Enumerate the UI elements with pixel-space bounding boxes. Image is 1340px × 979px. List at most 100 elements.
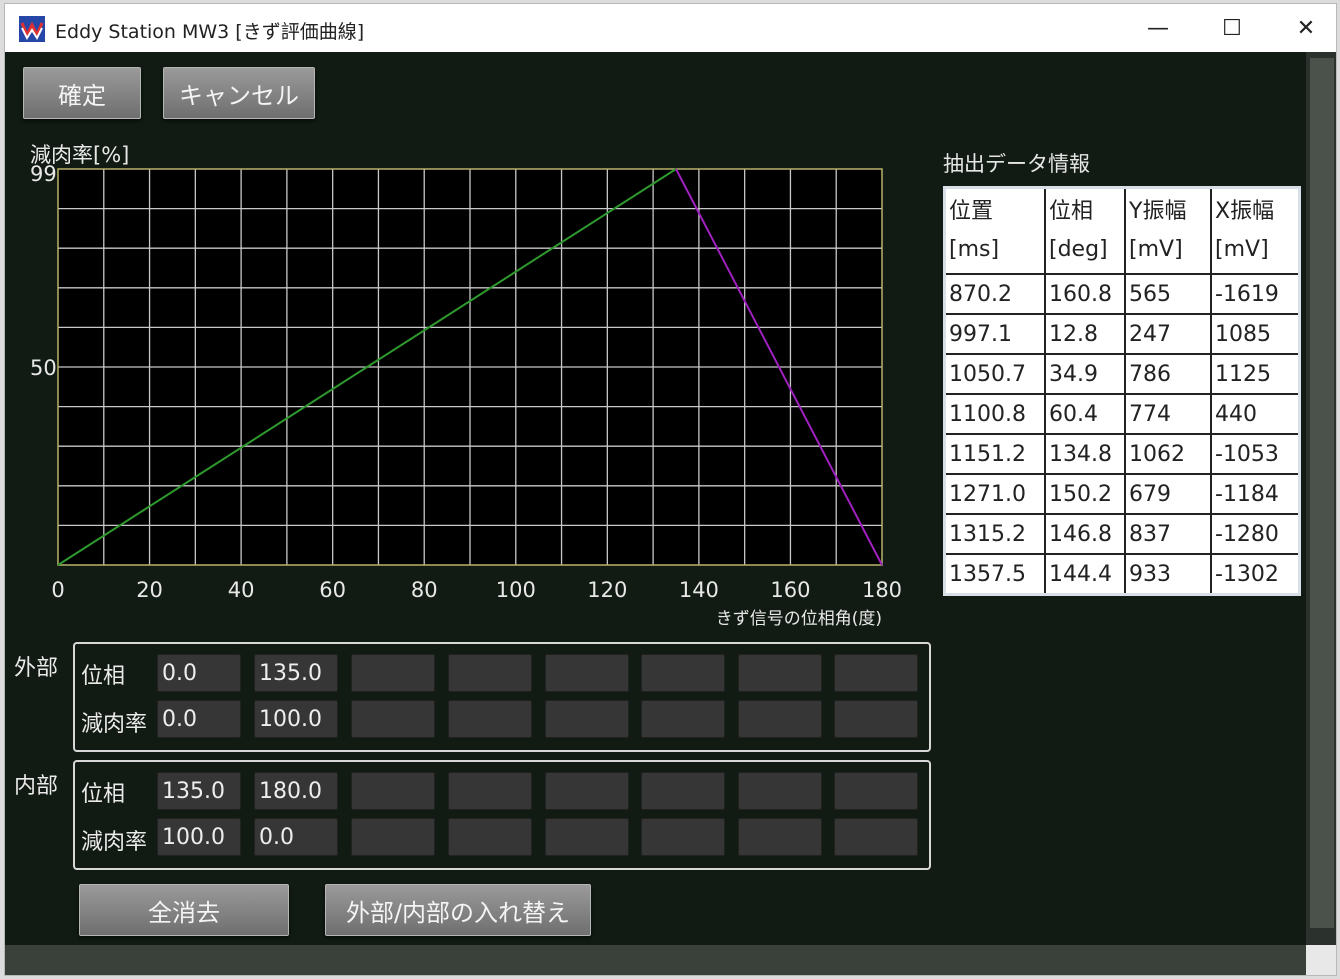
table-cell: 786: [1124, 353, 1212, 395]
table-cell: -1053: [1210, 433, 1301, 475]
x-tick-label: 100: [496, 578, 536, 602]
y-tick-label: 50: [30, 356, 57, 380]
title-bar: Eddy Station MW3 [きず評価曲線] — ☐ ✕: [5, 4, 1336, 52]
inner-phase-label: 位相: [81, 782, 126, 807]
table-row[interactable]: 870.2 160.8 565 -1619: [943, 273, 1301, 315]
table-cell: 679: [1124, 473, 1212, 515]
outer-phase-field-8[interactable]: [834, 654, 918, 692]
header-unit: [ms]: [949, 237, 1000, 262]
table-cell: 1357.5: [943, 553, 1046, 596]
client-area: 確定 キャンセル 0 20 40 60 80 100 120 140 160 180 99 50 減肉率…: [5, 52, 1306, 945]
table-cell: 933: [1124, 553, 1212, 596]
x-tick-label: 20: [136, 578, 163, 602]
inner-phase-field-3[interactable]: [351, 772, 435, 810]
outer-thinning-field-6[interactable]: [641, 700, 725, 738]
inner-phase-field-1[interactable]: 135.0: [157, 772, 241, 810]
table-cell: 1315.2: [943, 513, 1046, 555]
vertical-scrollbar[interactable]: [1306, 52, 1336, 945]
inner-thinning-field-4[interactable]: [448, 818, 532, 856]
table-cell: 837: [1124, 513, 1212, 555]
extracted-data-table: 位置 [ms] 位相 [deg] Y振幅 [mV] X振幅 [mV] 870.2 160.8 56…: [943, 186, 1301, 596]
x-tick-label: 40: [228, 578, 255, 602]
table-cell: 134.8: [1044, 433, 1126, 475]
outer-thinning-field-8[interactable]: [834, 700, 918, 738]
table-header-cell: X振幅 [mV]: [1210, 186, 1301, 275]
inner-thinning-field-5[interactable]: [545, 818, 629, 856]
x-tick-label: 180: [862, 578, 902, 602]
outer-thinning-field-5[interactable]: [545, 700, 629, 738]
x-tick-label: 140: [679, 578, 719, 602]
x-tick-label: 80: [411, 578, 438, 602]
outer-thinning-field-4[interactable]: [448, 700, 532, 738]
outer-phase-field-4[interactable]: [448, 654, 532, 692]
header-name: X振幅: [1215, 199, 1275, 224]
outer-thinning-field-3[interactable]: [351, 700, 435, 738]
inner-phase-field-5[interactable]: [545, 772, 629, 810]
maximize-button[interactable]: ☐: [1197, 4, 1267, 52]
table-row[interactable]: 1050.7 34.9 786 1125: [943, 353, 1301, 395]
clear-all-button[interactable]: 全消去: [79, 884, 289, 936]
x-tick-label: 0: [51, 578, 64, 602]
table-cell: 870.2: [943, 273, 1046, 315]
table-cell: 150.2: [1044, 473, 1126, 515]
outer-phase-field-3[interactable]: [351, 654, 435, 692]
table-cell: 1100.8: [943, 393, 1046, 435]
inner-group: 位相 減肉率 135.0 180.0 100.0 0.0: [73, 760, 931, 870]
inner-thinning-field-2[interactable]: 0.0: [254, 818, 338, 856]
inner-thinning-field-6[interactable]: [641, 818, 725, 856]
y-axis-label: 減肉率[%]: [30, 143, 129, 167]
outer-thinning-field-1[interactable]: 0.0: [157, 700, 241, 738]
inner-thinning-label: 減肉率: [81, 830, 148, 855]
table-cell: 1271.0: [943, 473, 1046, 515]
table-row[interactable]: 997.1 12.8 247 1085: [943, 313, 1301, 355]
inner-phase-field-4[interactable]: [448, 772, 532, 810]
table-row[interactable]: 1151.2 134.8 1062 -1053: [943, 433, 1301, 475]
table-row[interactable]: 1357.5 144.4 933 -1302: [943, 553, 1301, 596]
inner-thinning-field-1[interactable]: 100.0: [157, 818, 241, 856]
outer-phase-field-7[interactable]: [738, 654, 822, 692]
table-header-row: 位置 [ms] 位相 [deg] Y振幅 [mV] X振幅 [mV]: [943, 186, 1301, 275]
minimize-button[interactable]: —: [1123, 4, 1193, 52]
horizontal-scrollbar[interactable]: [5, 945, 1306, 975]
inner-phase-field-8[interactable]: [834, 772, 918, 810]
x-axis-label: きず信号の位相角(度): [716, 609, 882, 629]
outer-group: 位相 減肉率 0.0 135.0 0.0 100.0: [73, 642, 931, 752]
inner-thinning-field-7[interactable]: [738, 818, 822, 856]
table-row[interactable]: 1100.8 60.4 774 440: [943, 393, 1301, 435]
outer-phase-field-5[interactable]: [545, 654, 629, 692]
outer-phase-field-1[interactable]: 0.0: [157, 654, 241, 692]
outer-phase-label: 位相: [81, 664, 126, 689]
table-row[interactable]: 1315.2 146.8 837 -1280: [943, 513, 1301, 555]
outer-thinning-field-2[interactable]: 100.0: [254, 700, 338, 738]
outer-thinning-field-7[interactable]: [738, 700, 822, 738]
table-cell: 1085: [1210, 313, 1301, 355]
table-cell: -1280: [1210, 513, 1301, 555]
inner-thinning-field-8[interactable]: [834, 818, 918, 856]
inner-phase-field-6[interactable]: [641, 772, 725, 810]
vertical-scroll-thumb[interactable]: [1310, 58, 1334, 928]
outer-phase-field-2[interactable]: 135.0: [254, 654, 338, 692]
table-cell: 440: [1210, 393, 1301, 435]
evaluation-curve-chart: 0 20 40 60 80 100 120 140 160 1809950減肉率[%]きず信号の位…: [30, 143, 902, 629]
header-name: 位相: [1049, 199, 1094, 224]
inner-phase-field-7[interactable]: [738, 772, 822, 810]
outer-phase-field-6[interactable]: [641, 654, 725, 692]
table-cell: 997.1: [943, 313, 1046, 355]
scrollbar-corner: [1306, 945, 1336, 975]
table-cell: 774: [1124, 393, 1212, 435]
table-cell: -1184: [1210, 473, 1301, 515]
header-unit: [mV]: [1215, 237, 1269, 262]
table-cell: 146.8: [1044, 513, 1126, 555]
x-tick-label: 60: [319, 578, 346, 602]
table-header-cell: 位相 [deg]: [1044, 186, 1126, 275]
table-header-cell: Y振幅 [mV]: [1124, 186, 1212, 275]
swap-outer-inner-button[interactable]: 外部/内部の入れ替え: [325, 884, 591, 936]
table-row[interactable]: 1271.0 150.2 679 -1184: [943, 473, 1301, 515]
x-tick-label: 120: [587, 578, 627, 602]
extracted-data-title: 抽出データ情報: [943, 152, 1090, 176]
table-cell: 1062: [1124, 433, 1212, 475]
close-button[interactable]: ✕: [1271, 4, 1336, 52]
inner-phase-field-2[interactable]: 180.0: [254, 772, 338, 810]
inner-thinning-field-3[interactable]: [351, 818, 435, 856]
close-icon: ✕: [1296, 15, 1316, 41]
